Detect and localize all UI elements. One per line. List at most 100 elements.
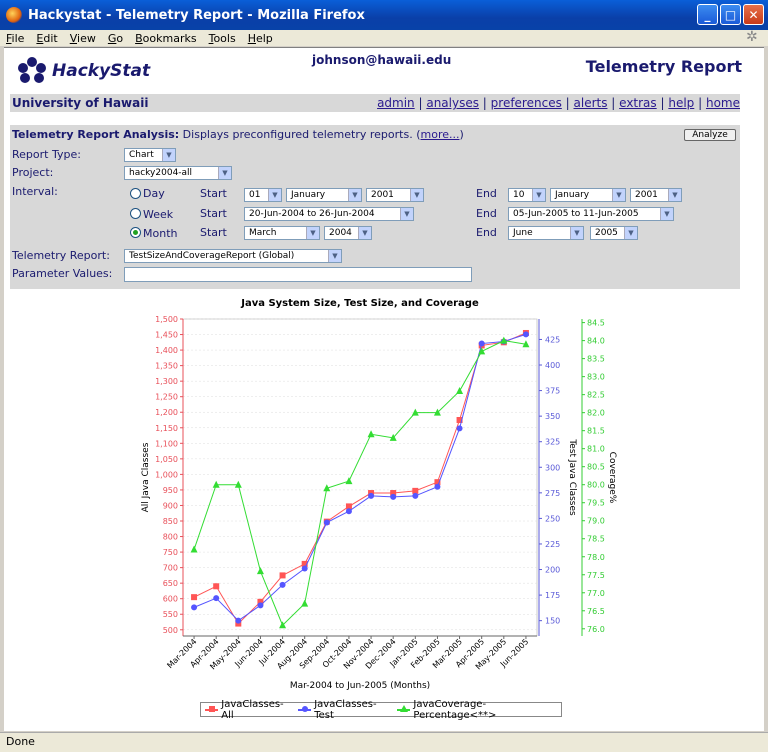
right-axis-tick-label: 375: [545, 387, 560, 396]
month-end-year-value: 2005: [595, 228, 618, 238]
analysis-panel: Telemetry Report Analysis: Displays prec…: [10, 125, 740, 289]
nav-link-home[interactable]: home: [706, 96, 740, 110]
right-axis-tick-label: 300: [545, 463, 560, 472]
right-axis-tick-label: 425: [545, 335, 560, 344]
nav-link-admin[interactable]: admin: [377, 96, 415, 110]
menu-bar: File Edit View Go Bookmarks Tools Help: [0, 30, 768, 46]
legend-label-coverage: JavaCoverage-Percentage<**>: [413, 698, 497, 721]
window-title-bar: Hackystat - Telemetry Report - Mozilla F…: [0, 0, 768, 30]
coverage-axis-tick-label: 84.0: [587, 337, 605, 346]
day-start-day-select[interactable]: 01 ▼: [244, 188, 282, 202]
chevron-down-icon: ▼: [268, 189, 281, 201]
month-start-year-value: 2004: [329, 228, 352, 238]
data-point-test: [456, 425, 463, 432]
status-bar: Done: [0, 732, 768, 752]
week-start-value: 20-Jun-2004 to 26-Jun-2004: [249, 209, 375, 219]
telemetry-report-label: Telemetry Report:: [12, 249, 110, 262]
chevron-down-icon: ▼: [400, 208, 413, 220]
chevron-down-icon: ▼: [570, 227, 583, 239]
left-axis-tick-label: 800: [163, 533, 178, 542]
nav-links: admin | analyses | preferences | alerts …: [377, 96, 740, 110]
x-axis-label: Mar-2004 to Jun-2005 (Months): [290, 681, 430, 691]
maximize-button[interactable]: □: [720, 4, 741, 25]
report-type-label: Report Type:: [12, 148, 81, 161]
day-end-day-select[interactable]: 10 ▼: [508, 188, 546, 202]
left-axis-tick-label: 850: [163, 517, 178, 526]
right-axis-tick-label: 275: [545, 489, 560, 498]
data-point-all: [279, 572, 286, 579]
legend-label-test: JavaClasses-Test: [314, 698, 377, 721]
minimize-button[interactable]: _: [697, 4, 718, 25]
day-end-year-select[interactable]: 2001 ▼: [630, 188, 682, 202]
chevron-down-icon: ▼: [668, 189, 681, 201]
day-end-month-select[interactable]: January ▼: [550, 188, 626, 202]
analysis-heading-close: ): [459, 128, 464, 141]
interval-day-radio[interactable]: [130, 188, 141, 199]
coverage-axis-tick-label: 82.5: [587, 391, 605, 400]
left-axis-tick-label: 1,050: [155, 455, 178, 464]
analyze-button[interactable]: Analyze: [684, 129, 736, 141]
coverage-axis-tick-label: 83.0: [587, 373, 605, 382]
data-point-test: [368, 492, 375, 499]
firefox-icon: [6, 7, 22, 23]
month-end-month-select[interactable]: June ▼: [508, 226, 584, 240]
interval-month-radio[interactable]: [130, 227, 141, 238]
day-start-month-select[interactable]: January ▼: [286, 188, 362, 202]
plot-area: [182, 318, 538, 637]
report-type-select[interactable]: Chart ▼: [124, 148, 176, 162]
more-link[interactable]: more...: [421, 128, 460, 141]
data-point-test: [323, 519, 330, 526]
menu-help[interactable]: Help: [248, 32, 273, 45]
right-axis-tick-label: 225: [545, 540, 560, 549]
data-point-test: [390, 493, 397, 500]
left-axis-tick-label: 900: [163, 501, 178, 510]
week-start-select[interactable]: 20-Jun-2004 to 26-Jun-2004 ▼: [244, 207, 414, 221]
menu-tools[interactable]: Tools: [209, 32, 236, 45]
right-axis-tick-label: 350: [545, 412, 560, 421]
month-end-year-select[interactable]: 2005 ▼: [590, 226, 638, 240]
hackystat-logo[interactable]: HackyStat: [14, 56, 150, 86]
analysis-heading: Telemetry Report Analysis: Displays prec…: [12, 128, 464, 141]
nav-link-analyses[interactable]: analyses: [426, 96, 479, 110]
week-start-label: Start: [200, 207, 227, 220]
data-point-test: [235, 617, 242, 624]
project-select[interactable]: hacky2004-all ▼: [124, 166, 232, 180]
nav-link-preferences[interactable]: preferences: [491, 96, 562, 110]
coverage-axis-tick-label: 77.5: [587, 571, 605, 580]
month-start-month-value: March: [249, 228, 277, 238]
month-start-month-select[interactable]: March ▼: [244, 226, 320, 240]
menu-view[interactable]: View: [70, 32, 96, 45]
data-point-test: [434, 483, 441, 490]
nav-link-help[interactable]: help: [668, 96, 694, 110]
month-start-label: Start: [200, 226, 227, 239]
chevron-down-icon: ▼: [358, 227, 371, 239]
parameter-values-input[interactable]: [124, 267, 472, 282]
left-axis-tick-label: 1,200: [155, 408, 178, 417]
chart-legend: JavaClasses-All JavaClasses-Test JavaCov…: [200, 699, 562, 721]
week-end-label: End: [476, 207, 497, 220]
left-axis-tick-label: 650: [163, 579, 178, 588]
close-button[interactable]: ✕: [743, 4, 764, 25]
left-axis-tick-label: 700: [163, 564, 178, 573]
week-end-select[interactable]: 05-Jun-2005 to 11-Jun-2005 ▼: [508, 207, 674, 221]
left-axis-tick-label: 550: [163, 610, 178, 619]
month-start-year-select[interactable]: 2004 ▼: [324, 226, 372, 240]
telemetry-chart: Java System Size, Test Size, and Coverag…: [141, 298, 617, 691]
month-end-month-value: June: [513, 228, 533, 238]
left-axis-label: All Java Classes: [141, 442, 151, 512]
menu-go[interactable]: Go: [108, 32, 123, 45]
menu-bookmarks[interactable]: Bookmarks: [135, 32, 196, 45]
chevron-down-icon: ▼: [162, 149, 175, 161]
nav-link-extras[interactable]: extras: [619, 96, 657, 110]
right-axis-tick-label: 175: [545, 591, 560, 600]
menu-file[interactable]: File: [6, 32, 24, 45]
menu-edit[interactable]: Edit: [36, 32, 57, 45]
telemetry-report-select[interactable]: TestSizeAndCoverageReport (Global) ▼: [124, 249, 342, 263]
coverage-axis-label: Coverage%: [607, 452, 617, 504]
nav-link-alerts[interactable]: alerts: [574, 96, 608, 110]
day-start-year-select[interactable]: 2001 ▼: [366, 188, 424, 202]
coverage-axis-tick-label: 80.5: [587, 463, 605, 472]
coverage-axis-tick-label: 76.0: [587, 625, 605, 634]
legend-item-coverage: JavaCoverage-Percentage<**>: [397, 699, 561, 721]
interval-week-radio[interactable]: [130, 208, 141, 219]
